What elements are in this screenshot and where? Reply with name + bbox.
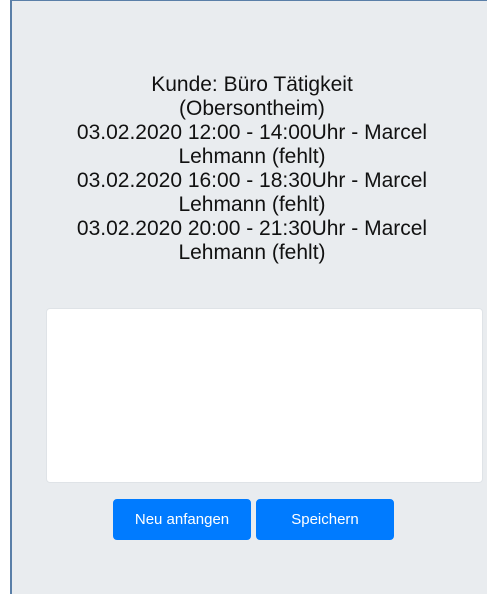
appointment-person-2: Lehmann (fehlt) (178, 193, 326, 216)
appointment-person-1: Lehmann (fehlt) (178, 145, 326, 168)
restart-button[interactable]: Neu anfangen (113, 499, 251, 540)
customer-heading: Kunde: Büro Tätigkeit (151, 73, 353, 96)
appointment-time-1: 03.02.2020 12:00 - 14:00Uhr - Marcel (76, 121, 428, 144)
appointment-info: Kunde: Büro Tätigkeit (Obersontheim) 03.… (32, 73, 472, 265)
appointment-time-3: 03.02.2020 20:00 - 21:30Uhr - Marcel (76, 217, 428, 240)
save-button[interactable]: Speichern (256, 499, 394, 540)
notes-textarea[interactable] (46, 308, 483, 483)
customer-location: (Obersontheim) (179, 97, 325, 120)
form-panel: Kunde: Büro Tätigkeit (Obersontheim) 03.… (10, 0, 487, 594)
appointment-person-3: Lehmann (fehlt) (178, 241, 326, 264)
appointment-time-2: 03.02.2020 16:00 - 18:30Uhr - Marcel (76, 169, 428, 192)
